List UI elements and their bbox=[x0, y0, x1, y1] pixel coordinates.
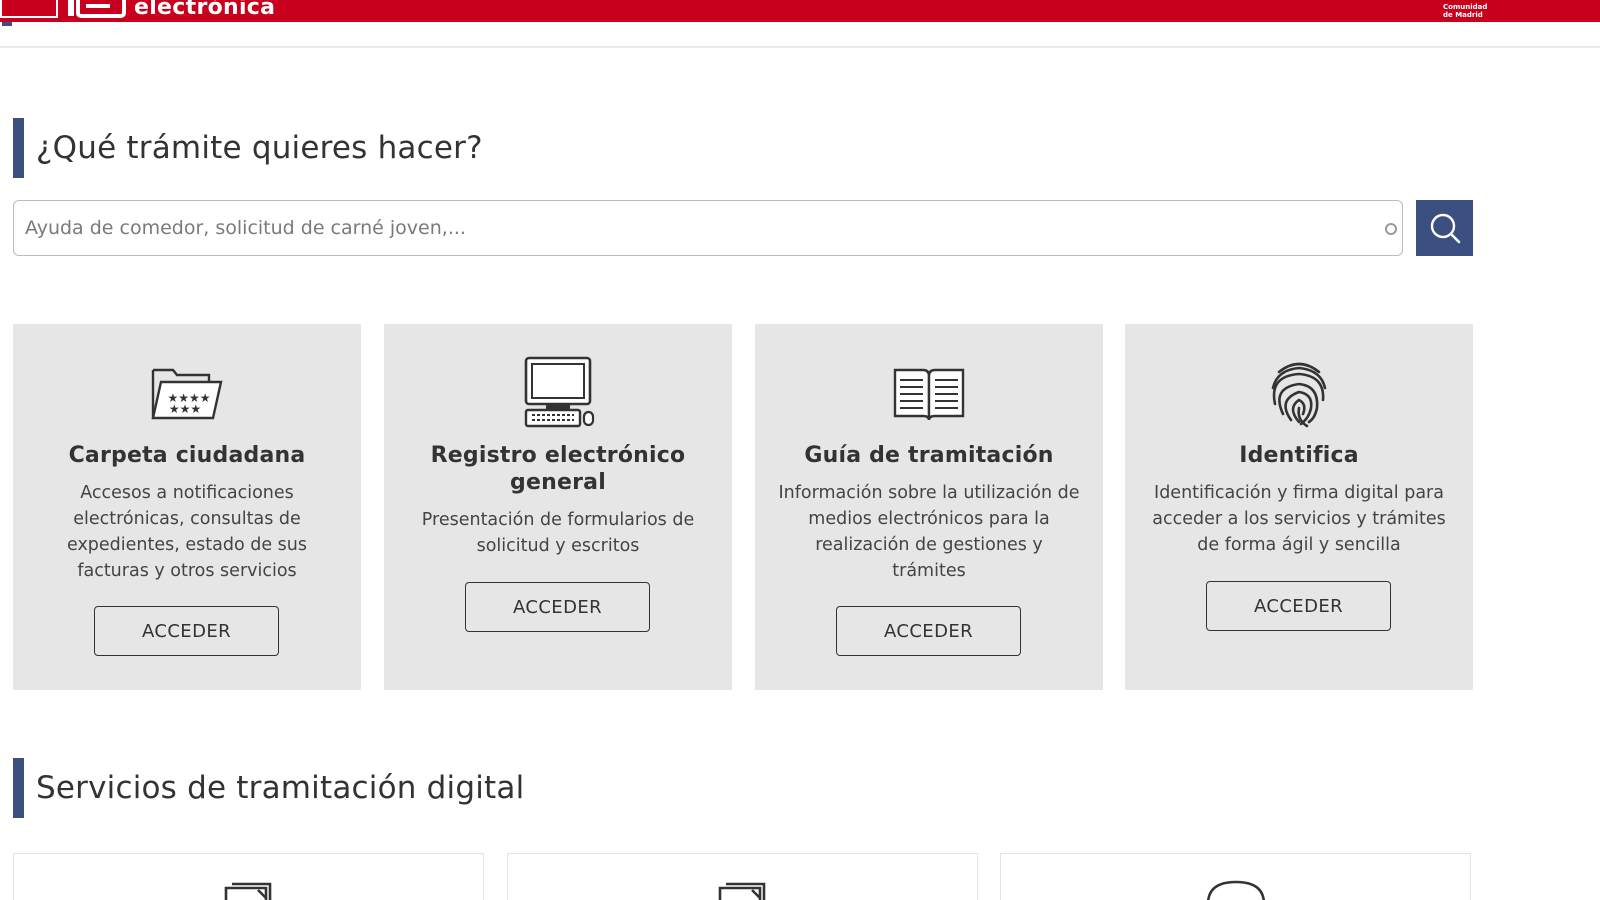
card-title: Guía de tramitación bbox=[804, 443, 1054, 468]
page-title: ¿Qué trámite quieres hacer? bbox=[36, 130, 483, 166]
heading-accent-bar bbox=[13, 118, 24, 178]
search-box bbox=[13, 200, 1403, 256]
card-title: Registro electrónico general bbox=[430, 443, 686, 495]
svg-text:★★★: ★★★ bbox=[169, 402, 201, 416]
acceder-button-guia[interactable]: ACCEDER bbox=[836, 606, 1021, 656]
sede-logo-icon[interactable] bbox=[66, 0, 126, 18]
service-card-2[interactable] bbox=[507, 853, 978, 900]
card-description: Identificación y firma digital para acce… bbox=[1152, 483, 1446, 555]
region-line-1: Comunidad bbox=[1443, 3, 1488, 11]
card-description: Información sobre la utilización de medi… bbox=[778, 483, 1080, 581]
card-guia-tramitacion: Guía de tramitación Información sobre la… bbox=[755, 324, 1103, 690]
acceder-button-identifica[interactable]: ACCEDER bbox=[1206, 581, 1391, 631]
acceder-button-registro[interactable]: ACCEDER bbox=[465, 582, 650, 632]
card-description: Accesos a notificaciones electrónicas, c… bbox=[66, 483, 307, 581]
card-description: Presentación de formularios de solicitud… bbox=[421, 510, 695, 556]
region-line-2: de Madrid bbox=[1443, 11, 1483, 19]
input-status-icon bbox=[1385, 223, 1397, 235]
card-title: Carpeta ciudadana bbox=[68, 443, 306, 468]
service-card-3[interactable] bbox=[1000, 853, 1471, 900]
fingerprint-icon bbox=[1125, 358, 1473, 430]
computer-icon bbox=[384, 356, 732, 430]
document-arrow-icon bbox=[718, 882, 765, 900]
acceder-button-carpeta[interactable]: ACCEDER bbox=[94, 606, 279, 656]
sub-strip-marker bbox=[2, 22, 12, 26]
circle-icon bbox=[1206, 880, 1265, 900]
search-icon bbox=[1430, 213, 1460, 244]
open-book-icon bbox=[755, 364, 1103, 424]
card-registro-electronico: Registro electrónico general Presentació… bbox=[384, 324, 732, 690]
service-card-1[interactable] bbox=[13, 853, 484, 900]
search-input[interactable] bbox=[14, 201, 1402, 255]
services-title: Servicios de tramitación digital bbox=[36, 770, 525, 806]
search-button[interactable] bbox=[1416, 200, 1473, 256]
card-carpeta-ciudadana: ★★★★ ★★★ Carpeta ciudadana Accesos a not… bbox=[13, 324, 361, 690]
search-section-heading: ¿Qué trámite quieres hacer? bbox=[13, 118, 483, 178]
services-section-heading: Servicios de tramitación digital bbox=[13, 758, 524, 818]
top-header-bar: electrónica Comunidad de Madrid bbox=[0, 0, 1600, 22]
card-title: Identifica bbox=[1239, 443, 1359, 468]
card-identifica: Identifica Identificación y firma digita… bbox=[1125, 324, 1473, 690]
folder-stars-icon: ★★★★ ★★★ bbox=[13, 362, 361, 426]
heading-accent-bar bbox=[13, 758, 24, 818]
brand-text[interactable]: electrónica bbox=[134, 0, 275, 20]
region-logo[interactable]: Comunidad de Madrid bbox=[1443, 3, 1487, 19]
document-arrow-icon bbox=[224, 882, 271, 900]
header-logo-box[interactable] bbox=[0, 0, 58, 18]
sub-header-strip bbox=[0, 22, 1600, 48]
